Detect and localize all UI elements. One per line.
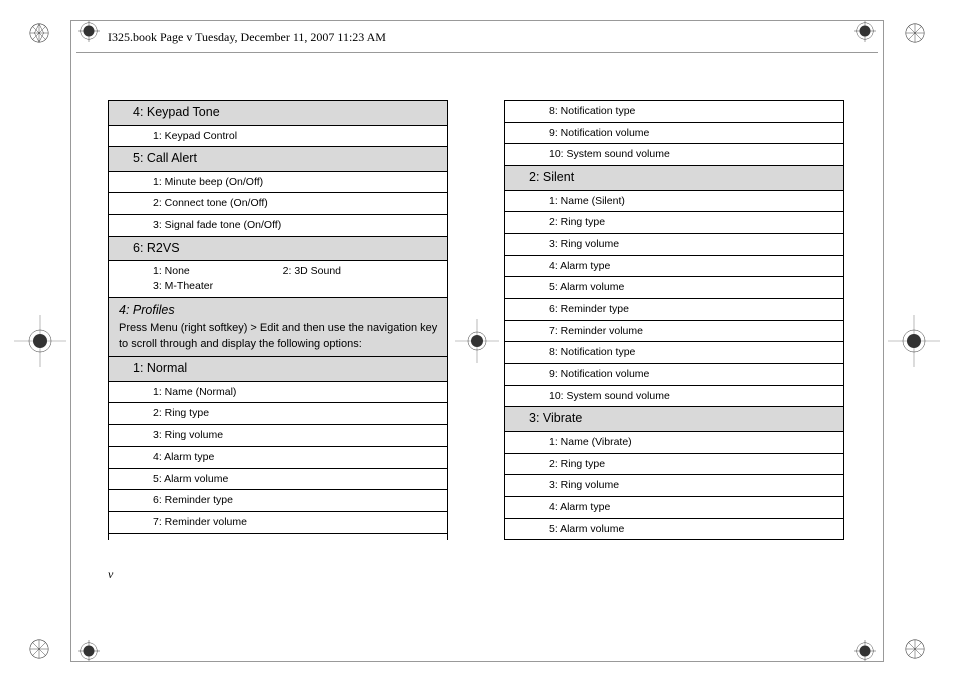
registration-mark-icon bbox=[904, 22, 926, 44]
crosshair-icon bbox=[888, 315, 940, 367]
list-item: 6: Reminder type bbox=[109, 490, 447, 512]
list-item: 1: Keypad Control bbox=[109, 126, 447, 148]
list-item: 6: Reminder type bbox=[505, 299, 843, 321]
list-item: 7: Reminder volume bbox=[109, 512, 447, 534]
list-item: 4: Alarm type bbox=[505, 256, 843, 278]
list-item: 2: Ring type bbox=[505, 454, 843, 476]
list-item: 10: System sound volume bbox=[505, 144, 843, 166]
content-area: 4: Keypad Tone 1: Keypad Control 5: Call… bbox=[108, 100, 848, 540]
list-item: 2: Ring type bbox=[505, 212, 843, 234]
section-call-alert: 5: Call Alert bbox=[109, 147, 447, 172]
list-item: 4: Alarm type bbox=[505, 497, 843, 519]
registration-mark-icon bbox=[28, 22, 50, 44]
list-item: 4: Alarm type bbox=[109, 447, 447, 469]
list-item: 1: None 2: 3D Sound 3: M-Theater bbox=[109, 261, 447, 297]
list-item: 3: Ring volume bbox=[109, 425, 447, 447]
list-item: 5: Alarm volume bbox=[109, 469, 447, 491]
list-item: 1: Name (Silent) bbox=[505, 191, 843, 213]
list-item: 2: Ring type bbox=[109, 403, 447, 425]
list-item: 1: Name (Vibrate) bbox=[505, 432, 843, 454]
option: 3: M-Theater bbox=[153, 279, 280, 294]
section-profiles: 4: Profiles Press Menu (right softkey) >… bbox=[109, 298, 447, 358]
list-item: 5: Alarm volume bbox=[505, 519, 843, 541]
right-column: 8: Notification type 9: Notification vol… bbox=[504, 100, 844, 540]
section-silent: 2: Silent bbox=[505, 166, 843, 191]
list-item: 7: Reminder volume bbox=[505, 321, 843, 343]
list-item: 5: Alarm volume bbox=[505, 277, 843, 299]
list-item: 8: Notification type bbox=[505, 342, 843, 364]
list-item: 1: Name (Normal) bbox=[109, 382, 447, 404]
registration-mark-icon bbox=[28, 638, 50, 660]
page-header: I325.book Page v Tuesday, December 11, 2… bbox=[108, 30, 386, 45]
option: 1: None bbox=[153, 264, 280, 279]
section-r2vs: 6: R2VS bbox=[109, 237, 447, 262]
list-item: 10: System sound volume bbox=[505, 386, 843, 408]
section-vibrate: 3: Vibrate bbox=[505, 407, 843, 432]
list-item: 9: Notification volume bbox=[505, 364, 843, 386]
page-number: v bbox=[108, 567, 113, 582]
list-item: 3: Ring volume bbox=[505, 475, 843, 497]
list-item: 1: Minute beep (On/Off) bbox=[109, 172, 447, 194]
list-item: 8: Notification type bbox=[505, 101, 843, 123]
registration-mark-icon bbox=[904, 638, 926, 660]
list-item: 2: Connect tone (On/Off) bbox=[109, 193, 447, 215]
section-keypad-tone: 4: Keypad Tone bbox=[109, 101, 447, 126]
list-item: 3: Ring volume bbox=[505, 234, 843, 256]
crosshair-icon bbox=[14, 315, 66, 367]
list-item: 9: Notification volume bbox=[505, 123, 843, 145]
section-normal: 1: Normal bbox=[109, 357, 447, 382]
left-column: 4: Keypad Tone 1: Keypad Control 5: Call… bbox=[108, 100, 448, 540]
header-rule bbox=[76, 52, 878, 53]
section-desc: Press Menu (right softkey) > Edit and th… bbox=[119, 322, 437, 351]
option: 2: 3D Sound bbox=[283, 264, 410, 279]
list-item: 3: Signal fade tone (On/Off) bbox=[109, 215, 447, 237]
section-title: 4: Profiles bbox=[119, 303, 175, 317]
